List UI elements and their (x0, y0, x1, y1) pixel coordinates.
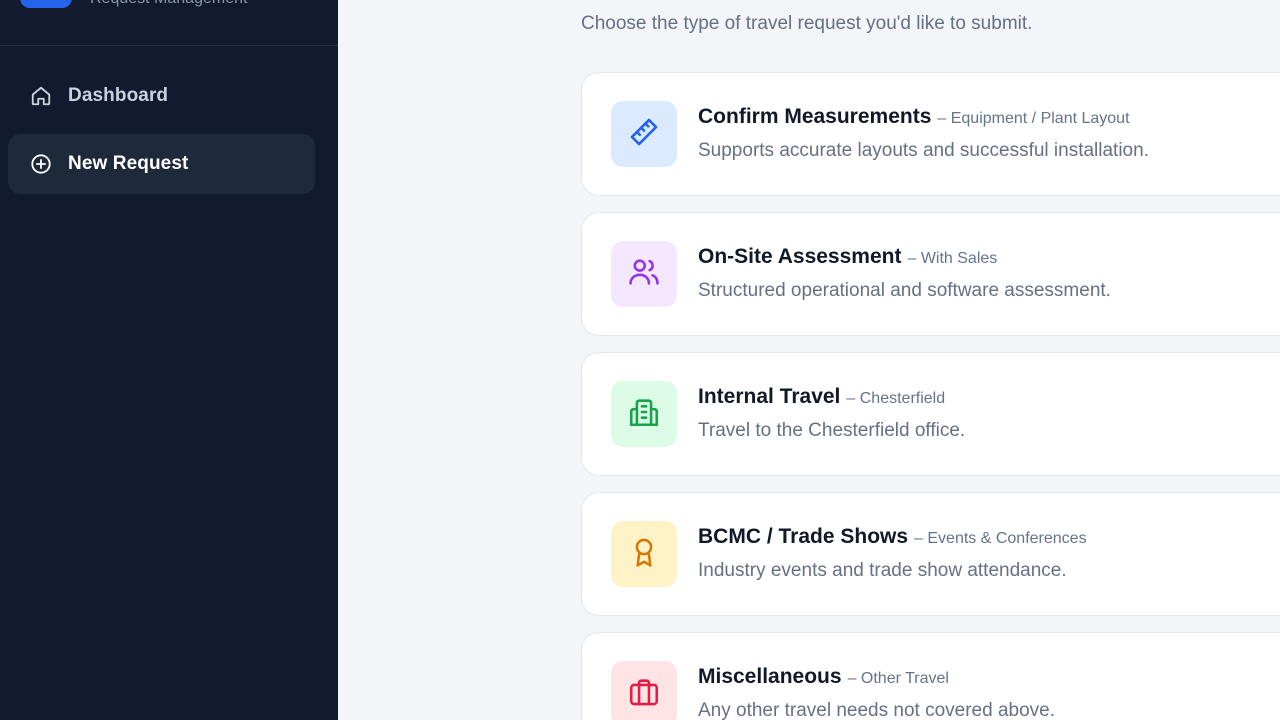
award-icon (627, 535, 661, 574)
card-title-text: Internal Travel (698, 385, 841, 408)
brand-logo[interactable] (20, 0, 72, 8)
sidebar: Request Management Dashboard New Request (0, 0, 338, 720)
card-tag: – Equipment / Plant Layout (937, 110, 1130, 127)
card-title-text: BCMC / Trade Shows (698, 525, 909, 548)
card-icon-box (611, 101, 677, 167)
card-tag: – With Sales (907, 250, 998, 267)
users-icon (627, 255, 661, 294)
ruler-icon (627, 115, 661, 154)
card-title: Confirm Measurements – Equipment / Plant … (698, 105, 1130, 129)
card-title: Internal Travel – Chesterfield (698, 385, 945, 409)
card-icon-box (611, 381, 677, 447)
plus-circle-icon (30, 153, 52, 175)
building-icon (627, 395, 661, 434)
card-icon-box (611, 661, 677, 720)
request-type-card-internal-travel[interactable]: Internal Travel – Chesterfield Travel to … (581, 352, 1280, 476)
card-description: Any other travel needs not covered above… (698, 700, 1056, 720)
card-icon-box (611, 521, 677, 587)
page-subtitle: Choose the type of travel request you'd … (581, 13, 1033, 34)
card-tag: – Chesterfield (846, 390, 946, 407)
briefcase-icon (627, 675, 661, 714)
card-title-text: On-Site Assessment (698, 245, 902, 268)
home-icon (30, 85, 52, 107)
main-content: Choose the type of travel request you'd … (338, 0, 1280, 720)
sidebar-item-new-request[interactable]: New Request (8, 134, 315, 194)
card-tag: – Events & Conferences (914, 530, 1087, 547)
sidebar-item-label: Dashboard (68, 85, 169, 106)
brand-header: Request Management (0, 0, 338, 46)
card-description: Structured operational and software asse… (698, 280, 1111, 301)
card-description: Supports accurate layouts and successful… (698, 140, 1149, 161)
card-title-text: Confirm Measurements (698, 105, 932, 128)
card-title-text: Miscellaneous (698, 665, 842, 688)
request-type-card-confirm-measurements[interactable]: Confirm Measurements – Equipment / Plant … (581, 72, 1280, 196)
sidebar-item-label: New Request (68, 153, 189, 174)
request-type-card-trade-shows[interactable]: BCMC / Trade Shows – Events & Conferences… (581, 492, 1280, 616)
request-type-card-miscellaneous[interactable]: Miscellaneous – Other Travel Any other tr… (581, 632, 1280, 720)
request-type-card-on-site-assessment[interactable]: On-Site Assessment – With Sales Structure… (581, 212, 1280, 336)
card-title: Miscellaneous – Other Travel (698, 665, 949, 689)
sidebar-item-dashboard[interactable]: Dashboard (8, 66, 315, 126)
card-title: On-Site Assessment – With Sales (698, 245, 997, 269)
card-description: Industry events and trade show attendanc… (698, 560, 1067, 581)
card-icon-box (611, 241, 677, 307)
card-title: BCMC / Trade Shows – Events & Conferences (698, 525, 1087, 549)
card-description: Travel to the Chesterfield office. (698, 420, 966, 441)
card-tag: – Other Travel (847, 670, 949, 687)
brand-subtitle: Request Management (90, 0, 247, 8)
